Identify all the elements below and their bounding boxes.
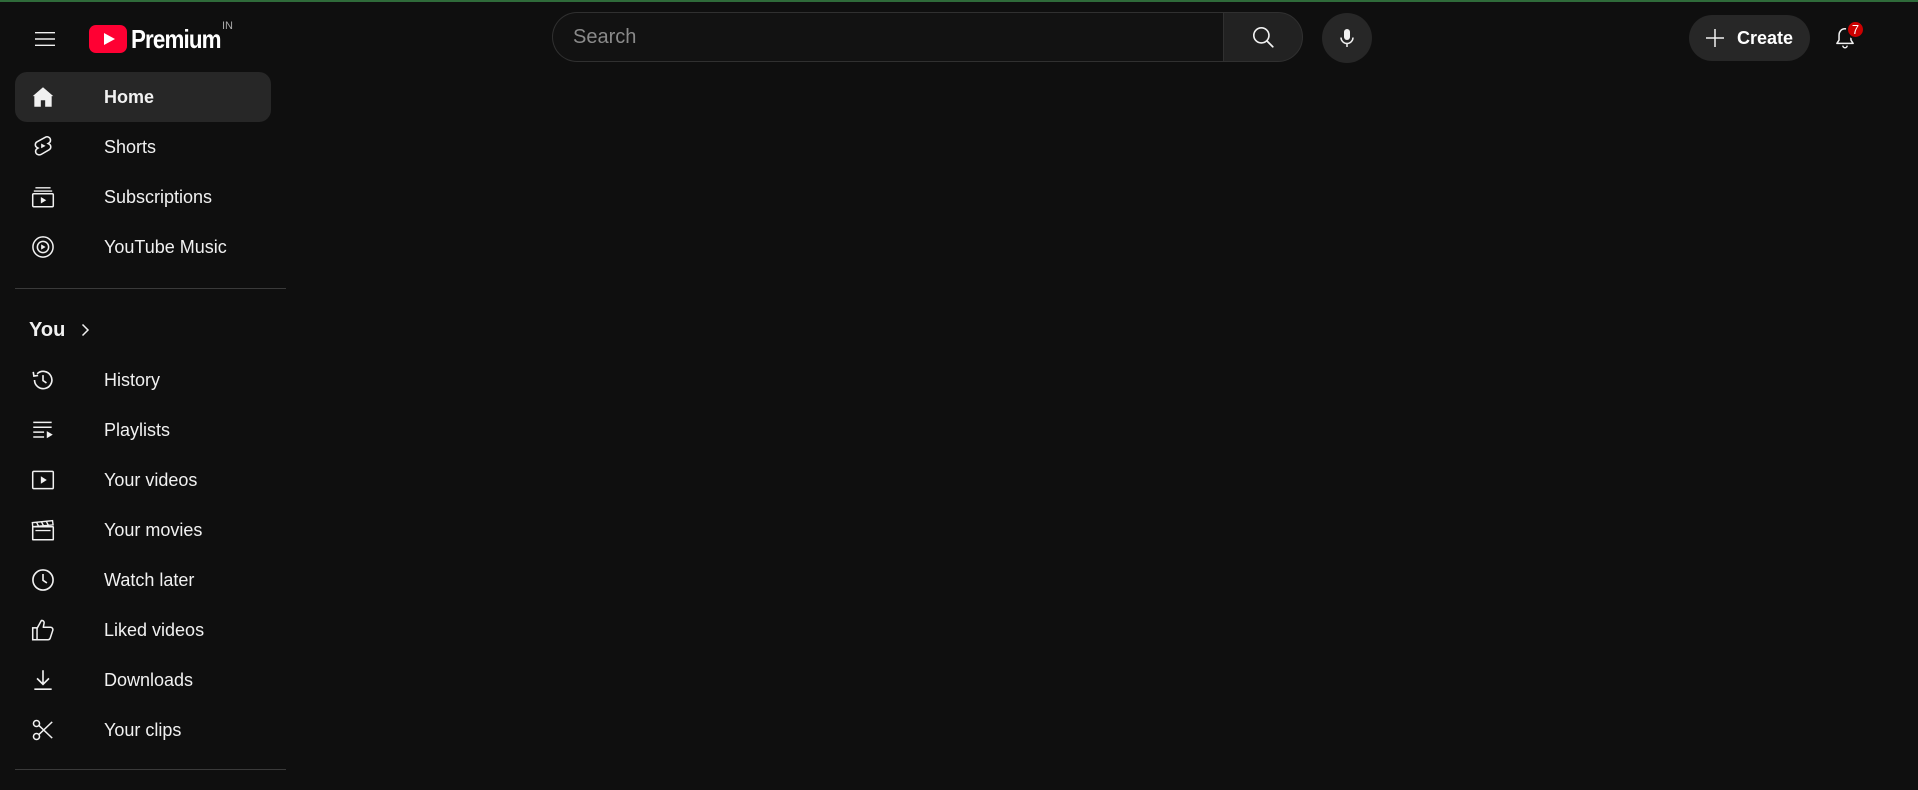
sidebar-item-label: Your movies [104, 519, 203, 540]
subscriptions-icon [29, 183, 57, 211]
search-button[interactable] [1223, 12, 1303, 62]
history-icon [29, 366, 57, 394]
search-box [552, 12, 1223, 62]
country-code: IN [222, 20, 233, 32]
create-button[interactable]: Create [1689, 15, 1810, 61]
movies-icon [29, 516, 57, 544]
voice-search-button[interactable] [1322, 13, 1372, 63]
sidebar-item-shorts[interactable]: Shorts [15, 122, 271, 172]
sidebar-item-label: Liked videos [104, 619, 205, 640]
scissors-icon [29, 716, 57, 744]
sidebar-item-playlists[interactable]: Playlists [15, 405, 271, 455]
home-icon [29, 83, 57, 111]
sidebar-item-home[interactable]: Home [15, 72, 271, 122]
you-section: You History Playlists Your videos Your m… [0, 305, 286, 755]
sidebar-divider [15, 288, 286, 289]
guide-sidebar: Home Shorts Subscriptions YouTube Music … [0, 72, 286, 790]
you-section-header[interactable]: You [15, 305, 271, 355]
sidebar-item-label: Shorts [104, 136, 157, 157]
your-videos-icon [29, 466, 57, 494]
sidebar-item-label: Your videos [104, 469, 198, 490]
search-input[interactable] [573, 25, 1223, 49]
sidebar-item-liked-videos[interactable]: Liked videos [15, 605, 271, 655]
sidebar-item-your-clips[interactable]: Your clips [15, 705, 271, 755]
chevron-right-icon [77, 322, 93, 338]
sidebar-item-label: Subscriptions [104, 186, 213, 207]
playlists-icon [29, 416, 57, 444]
shorts-icon [29, 133, 57, 161]
sidebar-item-label: Watch later [104, 569, 195, 590]
create-label: Create [1737, 27, 1794, 48]
plus-icon [1703, 26, 1727, 50]
sidebar-item-history[interactable]: History [15, 355, 271, 405]
clock-icon [29, 566, 57, 594]
sidebar-item-label: Your clips [104, 719, 182, 740]
microphone-icon [1335, 26, 1359, 50]
sidebar-divider [15, 769, 286, 770]
download-icon [29, 666, 57, 694]
sidebar-item-label: Home [104, 86, 155, 107]
sidebar-item-your-movies[interactable]: Your movies [15, 505, 271, 555]
notification-count-badge: 7 [1846, 20, 1865, 39]
sidebar-item-label: YouTube Music [104, 236, 227, 257]
youtube-premium-logo[interactable]: Premium [89, 22, 235, 56]
guide-menu-button[interactable] [22, 16, 68, 62]
music-icon [29, 233, 57, 261]
sidebar-item-subscriptions[interactable]: Subscriptions [15, 172, 271, 222]
sidebar-item-label: History [104, 369, 161, 390]
sidebar-item-watch-later[interactable]: Watch later [15, 555, 271, 605]
search-bar [552, 12, 1303, 62]
sidebar-item-label: Playlists [104, 419, 171, 440]
logo-text: Premium [131, 23, 222, 54]
hamburger-icon [33, 27, 57, 51]
you-section-title: You [29, 318, 66, 341]
sidebar-item-downloads[interactable]: Downloads [15, 655, 271, 705]
youtube-play-icon [89, 25, 127, 53]
sidebar-item-youtube-music[interactable]: YouTube Music [15, 222, 271, 272]
sidebar-item-label: Downloads [104, 669, 194, 690]
masthead: Premium IN Create 7 [0, 2, 1918, 72]
main-section: Home Shorts Subscriptions YouTube Music [0, 72, 286, 272]
sidebar-item-your-videos[interactable]: Your videos [15, 455, 271, 505]
thumbs-up-icon [29, 616, 57, 644]
notifications-button[interactable]: 7 [1822, 15, 1868, 61]
search-icon [1250, 24, 1276, 50]
